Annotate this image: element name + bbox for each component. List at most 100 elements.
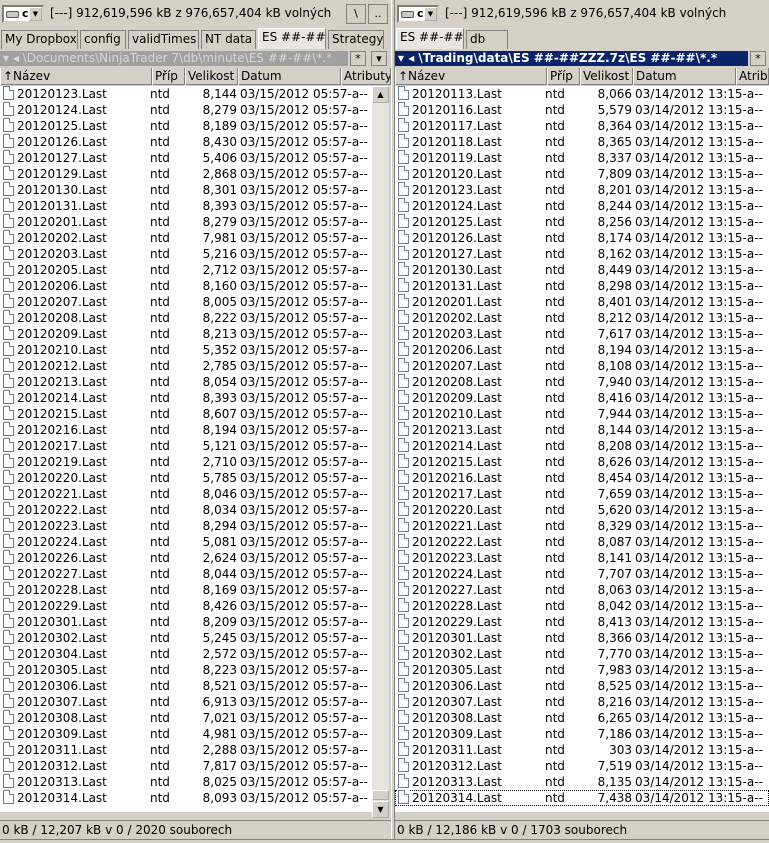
file-row[interactable]: 20120127.Last ntd 5,406 03/15/2012 05:57-a-… xyxy=(0,150,372,166)
file-row[interactable]: 20120224.Last ntd 5,081 03/15/2012 05:57-a-… xyxy=(0,534,372,550)
tab-config[interactable]: config xyxy=(80,30,126,49)
file-row[interactable]: 20120118.Last ntd 8,365 03/14/2012 13:15-a-… xyxy=(395,134,769,150)
file-row[interactable]: 20120227.Last ntd 8,044 03/15/2012 05:57-a-… xyxy=(0,566,372,582)
file-row[interactable]: 20120210.Last ntd 7,944 03/14/2012 13:15-a-… xyxy=(395,406,769,422)
path-bar[interactable]: ▾ ◂ \Documents\NinjaTrader 7\db\minute\E… xyxy=(0,51,348,66)
file-row[interactable]: 20120306.Last ntd 8,521 03/15/2012 05:57-a-… xyxy=(0,678,372,694)
star-button[interactable]: * xyxy=(350,51,366,66)
file-row[interactable]: 20120215.Last ntd 8,626 03/14/2012 13:15-a-… xyxy=(395,454,769,470)
tab-db[interactable]: db xyxy=(466,30,508,49)
scroll-up-arrow-icon[interactable]: ▲ xyxy=(372,86,389,103)
tab-strategy[interactable]: Strategy xyxy=(328,30,384,49)
file-row[interactable]: 20120313.Last ntd 8,135 03/14/2012 13:15-a-… xyxy=(395,774,769,790)
file-row[interactable]: 20120302.Last ntd 7,770 03/14/2012 13:15-a-… xyxy=(395,646,769,662)
file-row[interactable]: 20120203.Last ntd 5,216 03/15/2012 05:57-a-… xyxy=(0,246,372,262)
file-row[interactable]: 20120214.Last ntd 8,208 03/14/2012 13:15-a-… xyxy=(395,438,769,454)
file-row[interactable]: 20120302.Last ntd 5,245 03/15/2012 05:57-a-… xyxy=(0,630,372,646)
file-row[interactable]: 20120123.Last ntd 8,144 03/15/2012 05:57-a-… xyxy=(0,86,372,102)
file-row[interactable]: 20120306.Last ntd 8,525 03/14/2012 13:15-a-… xyxy=(395,678,769,694)
file-row[interactable]: 20120209.Last ntd 8,213 03/15/2012 05:57-a-… xyxy=(0,326,372,342)
file-row[interactable]: 20120205.Last ntd 2,712 03/15/2012 05:57-a-… xyxy=(0,262,372,278)
file-row[interactable]: 20120311.Last ntd 2,288 03/15/2012 05:57-a-… xyxy=(0,742,372,758)
col-attr[interactable]: Atributy xyxy=(341,68,391,85)
file-row[interactable]: 20120219.Last ntd 2,710 03/15/2012 05:57-a-… xyxy=(0,454,372,470)
file-row[interactable]: 20120129.Last ntd 2,868 03/15/2012 05:57-a-… xyxy=(0,166,372,182)
file-row[interactable]: 20120125.Last ntd 8,189 03/15/2012 05:57-a-… xyxy=(0,118,372,134)
tab-nt-data[interactable]: NT data xyxy=(201,30,256,49)
file-row[interactable]: 20120123.Last ntd 8,201 03/14/2012 13:15-a-… xyxy=(395,182,769,198)
file-row[interactable]: 20120130.Last ntd 8,301 03/15/2012 05:57-a-… xyxy=(0,182,372,198)
scroll-thumb[interactable] xyxy=(372,790,389,800)
tab-validtimes[interactable]: validTimes xyxy=(128,30,199,49)
file-row[interactable]: 20120307.Last ntd 8,216 03/14/2012 13:15-a-… xyxy=(395,694,769,710)
file-row[interactable]: 20120308.Last ntd 6,265 03/14/2012 13:15-a-… xyxy=(395,710,769,726)
col-ext[interactable]: Příp xyxy=(547,68,580,85)
file-row[interactable]: 20120206.Last ntd 8,194 03/14/2012 13:15-a-… xyxy=(395,342,769,358)
file-row[interactable]: 20120214.Last ntd 8,393 03/15/2012 05:57-a-… xyxy=(0,390,372,406)
file-row[interactable]: 20120215.Last ntd 8,607 03/15/2012 05:57-a-… xyxy=(0,406,372,422)
col-ext[interactable]: Příp xyxy=(152,68,185,85)
history-dropdown-button[interactable]: ▾ xyxy=(371,51,387,66)
file-row[interactable]: 20120305.Last ntd 7,983 03/14/2012 13:15-a-… xyxy=(395,662,769,678)
file-row[interactable]: 20120207.Last ntd 8,108 03/14/2012 13:15-a-… xyxy=(395,358,769,374)
file-row[interactable]: 20120217.Last ntd 7,659 03/14/2012 13:15-a-… xyxy=(395,486,769,502)
file-row[interactable]: 20120222.Last ntd 8,034 03/15/2012 05:57-a-… xyxy=(0,502,372,518)
file-row[interactable]: 20120216.Last ntd 8,454 03/14/2012 13:15-a-… xyxy=(395,470,769,486)
file-row[interactable]: 20120113.Last ntd 8,066 03/14/2012 13:15-a-… xyxy=(395,86,769,102)
drive-selector[interactable]: c ▼ xyxy=(2,5,44,23)
file-row[interactable]: 20120228.Last ntd 8,042 03/14/2012 13:15-a-… xyxy=(395,598,769,614)
file-row[interactable]: 20120304.Last ntd 2,572 03/15/2012 05:57-a-… xyxy=(0,646,372,662)
file-row[interactable]: 20120216.Last ntd 8,194 03/15/2012 05:57-a-… xyxy=(0,422,372,438)
file-row[interactable]: 20120207.Last ntd 8,005 03/15/2012 05:57-a-… xyxy=(0,294,372,310)
tab-es[interactable]: ES ##-## xyxy=(396,28,464,49)
file-row[interactable]: 20120301.Last ntd 8,209 03/15/2012 05:57-a-… xyxy=(0,614,372,630)
col-name[interactable]: ↑Název xyxy=(0,68,152,85)
file-row[interactable]: 20120117.Last ntd 8,364 03/14/2012 13:15-a-… xyxy=(395,118,769,134)
file-row[interactable]: 20120224.Last ntd 7,707 03/14/2012 13:15-a-… xyxy=(395,566,769,582)
file-row[interactable]: 20120126.Last ntd 8,174 03/14/2012 13:15-a-… xyxy=(395,230,769,246)
file-row[interactable]: 20120229.Last ntd 8,413 03/14/2012 13:15-a-… xyxy=(395,614,769,630)
col-attr[interactable]: Atrib xyxy=(736,68,769,85)
drive-selector[interactable]: c ▼ xyxy=(397,5,439,23)
col-name[interactable]: ↑Název xyxy=(395,68,547,85)
file-row[interactable]: 20120124.Last ntd 8,279 03/15/2012 05:57-a-… xyxy=(0,102,372,118)
star-button[interactable]: * xyxy=(750,51,766,66)
file-row[interactable]: 20120311.Last ntd 303 03/14/2012 13:15-a-- xyxy=(395,742,769,758)
file-row[interactable]: 20120221.Last ntd 8,329 03/14/2012 13:15-a-… xyxy=(395,518,769,534)
parent-dir-button[interactable]: .. xyxy=(368,4,388,24)
file-row[interactable]: 20120223.Last ntd 8,294 03/15/2012 05:57-a-… xyxy=(0,518,372,534)
file-row[interactable]: 20120308.Last ntd 7,021 03/15/2012 05:57-a-… xyxy=(0,710,372,726)
file-row[interactable]: 20120208.Last ntd 7,940 03/14/2012 13:15-a-… xyxy=(395,374,769,390)
file-row[interactable]: 20120228.Last ntd 8,169 03/15/2012 05:57-a-… xyxy=(0,582,372,598)
file-row[interactable]: 20120305.Last ntd 8,223 03/15/2012 05:57-a-… xyxy=(0,662,372,678)
file-row[interactable]: 20120226.Last ntd 2,624 03/15/2012 05:57-a-… xyxy=(0,550,372,566)
file-row[interactable]: 20120127.Last ntd 8,162 03/14/2012 13:15-a-… xyxy=(395,246,769,262)
file-row[interactable]: 20120212.Last ntd 2,785 03/15/2012 05:57-a-… xyxy=(0,358,372,374)
file-row[interactable]: 20120307.Last ntd 6,913 03/15/2012 05:57-a-… xyxy=(0,694,372,710)
file-row[interactable]: 20120119.Last ntd 8,337 03/14/2012 13:15-a-… xyxy=(395,150,769,166)
file-row[interactable]: 20120314.Last ntd 7,438 03/14/2012 13:15-a-… xyxy=(395,790,769,806)
file-row[interactable]: 20120130.Last ntd 8,449 03/14/2012 13:15-a-… xyxy=(395,262,769,278)
file-row[interactable]: 20120201.Last ntd 8,279 03/15/2012 05:57-a-… xyxy=(0,214,372,230)
file-row[interactable]: 20120208.Last ntd 8,222 03/15/2012 05:57-a-… xyxy=(0,310,372,326)
file-row[interactable]: 20120222.Last ntd 8,087 03/14/2012 13:15-a-… xyxy=(395,534,769,550)
file-row[interactable]: 20120314.Last ntd 8,093 03/15/2012 05:57-a-… xyxy=(0,790,372,806)
file-row[interactable]: 20120202.Last ntd 8,212 03/14/2012 13:15-a-… xyxy=(395,310,769,326)
file-row[interactable]: 20120120.Last ntd 7,809 03/14/2012 13:15-a-… xyxy=(395,166,769,182)
col-size[interactable]: Velikost xyxy=(580,68,633,85)
file-row[interactable]: 20120229.Last ntd 8,426 03/15/2012 05:57-a-… xyxy=(0,598,372,614)
file-row[interactable]: 20120301.Last ntd 8,366 03/14/2012 13:15-a-… xyxy=(395,630,769,646)
file-row[interactable]: 20120126.Last ntd 8,430 03/15/2012 05:57-a-… xyxy=(0,134,372,150)
chevron-down-icon[interactable]: ▼ xyxy=(424,7,437,21)
vertical-scrollbar[interactable]: ▲ ▼ xyxy=(372,86,389,818)
root-dir-button[interactable]: \ xyxy=(346,4,366,24)
file-row[interactable]: 20120223.Last ntd 8,141 03/14/2012 13:15-a-… xyxy=(395,550,769,566)
file-row[interactable]: 20120125.Last ntd 8,256 03/14/2012 13:15-a-… xyxy=(395,214,769,230)
tab-my-dropbox[interactable]: My Dropbox xyxy=(1,30,78,49)
file-row[interactable]: 20120221.Last ntd 8,046 03/15/2012 05:57-a-… xyxy=(0,486,372,502)
chevron-down-icon[interactable]: ▼ xyxy=(29,7,42,21)
file-row[interactable]: 20120209.Last ntd 8,416 03/14/2012 13:15-a-… xyxy=(395,390,769,406)
file-row[interactable]: 20120220.Last ntd 5,620 03/14/2012 13:15-a-… xyxy=(395,502,769,518)
file-row[interactable]: 20120309.Last ntd 4,981 03/15/2012 05:57-a-… xyxy=(0,726,372,742)
file-list[interactable]: 20120113.Last ntd 8,066 03/14/2012 13:15-a-… xyxy=(395,86,769,812)
